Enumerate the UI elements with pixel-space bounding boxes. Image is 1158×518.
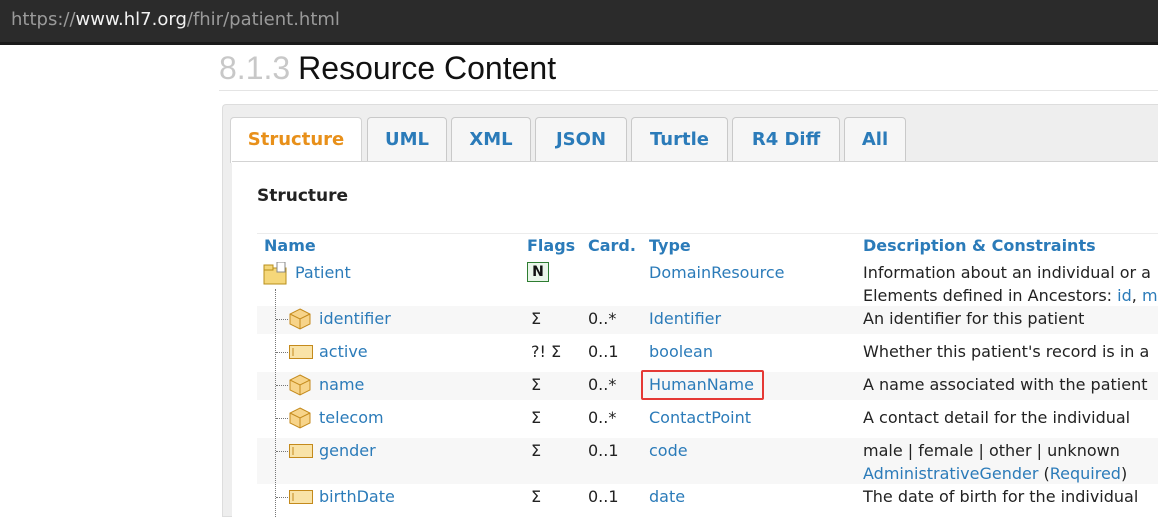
tab-r4-diff[interactable]: R4 Diff — [732, 117, 840, 162]
binding-close-paren: ) — [1120, 464, 1128, 483]
structure-heading: Structure — [257, 186, 349, 206]
section-number: 8.1.3 — [219, 50, 291, 86]
tree-connector — [276, 497, 288, 498]
tab-json[interactable]: JSON — [535, 117, 627, 162]
cardinality-cell: 0..1 — [588, 487, 619, 506]
description-text: A name associated with the patient — [863, 375, 1148, 394]
cardinality-cell: 0..* — [588, 408, 617, 427]
element-name-name[interactable]: name — [319, 375, 364, 394]
tab-turtle[interactable]: Turtle — [631, 117, 728, 162]
column-header-type[interactable]: Type — [649, 236, 691, 255]
folder-icon — [263, 262, 287, 285]
description-text: male | female | other | unknown — [863, 441, 1120, 460]
primitive-icon — [289, 345, 313, 359]
element-name-active[interactable]: active — [319, 342, 368, 361]
ancestor-id-link[interactable]: id — [1117, 286, 1132, 305]
cube-icon — [289, 407, 311, 429]
element-name-gender[interactable]: gender — [319, 441, 376, 460]
cardinality-cell: 0..1 — [588, 441, 619, 460]
heading-divider — [219, 90, 1158, 91]
binding-text: AdministrativeGender (Required) — [863, 464, 1127, 483]
highlight-box — [641, 370, 764, 400]
binding-open-paren: ( — [1038, 464, 1050, 483]
cube-icon — [289, 308, 311, 330]
tab-structure[interactable]: Structure — [230, 117, 362, 163]
column-header-card[interactable]: Card. — [588, 236, 636, 255]
type-link[interactable]: date — [649, 487, 685, 506]
type-link[interactable]: boolean — [649, 342, 713, 361]
description-text: Information about an individual or a — [863, 263, 1151, 282]
tab-all[interactable]: All — [844, 117, 906, 162]
ancestor-separator: , — [1131, 286, 1142, 305]
section-title: Resource Content — [298, 50, 557, 86]
url-bar[interactable]: https://www.hl7.org/fhir/patient.html — [0, 0, 1158, 45]
tree-connector-vertical — [275, 289, 276, 517]
flags-cell: Σ — [531, 441, 542, 460]
table-header-divider — [257, 233, 1158, 234]
cardinality-cell: 0..* — [588, 375, 617, 394]
ancestors-label: Elements defined in Ancestors: — [863, 286, 1118, 305]
tree-connector — [276, 319, 288, 320]
primitive-icon — [289, 444, 313, 458]
tab-xml[interactable]: XML — [451, 117, 531, 162]
flags-cell: Σ — [531, 309, 542, 328]
cube-icon — [289, 374, 311, 396]
column-header-name[interactable]: Name — [264, 236, 316, 255]
cardinality-cell: 0..* — [588, 309, 617, 328]
tree-connector — [276, 385, 288, 386]
tree-connector — [276, 418, 288, 419]
type-link[interactable]: ContactPoint — [649, 408, 751, 427]
ancestors-text: Elements defined in Ancestors: id, m — [863, 286, 1158, 305]
binding-strength-link[interactable]: Required — [1050, 464, 1121, 483]
ancestor-meta-link[interactable]: m — [1142, 286, 1158, 305]
url-scheme: https:// — [11, 9, 76, 30]
element-name-identifier[interactable]: identifier — [319, 309, 391, 328]
flags-cell: ?! Σ — [531, 342, 562, 361]
primitive-icon — [289, 490, 313, 504]
description-text: The date of birth for the individual — [863, 487, 1139, 506]
element-name-birthdate[interactable]: birthDate — [319, 487, 395, 506]
column-header-description[interactable]: Description & Constraints — [863, 236, 1096, 255]
tree-connector — [276, 451, 288, 452]
element-name-telecom[interactable]: telecom — [319, 408, 384, 427]
description-text: An identifier for this patient — [863, 309, 1085, 328]
flag-n-badge[interactable]: N — [527, 262, 549, 282]
flags-cell: Σ — [531, 487, 542, 506]
url-path: /fhir/patient.html — [186, 9, 340, 30]
flags-cell: Σ — [531, 375, 542, 394]
tree-connector — [276, 352, 288, 353]
column-header-flags[interactable]: Flags — [527, 236, 575, 255]
page-title: 8.1.3 Resource Content — [219, 50, 556, 87]
valueset-link[interactable]: AdministrativeGender — [863, 464, 1038, 483]
type-link[interactable]: DomainResource — [649, 263, 784, 282]
element-name-patient[interactable]: Patient — [295, 263, 351, 282]
flags-cell: Σ — [531, 408, 542, 427]
description-text: Whether this patient's record is in a — [863, 342, 1150, 361]
cardinality-cell: 0..1 — [588, 342, 619, 361]
type-link[interactable]: Identifier — [649, 309, 721, 328]
url-host: www.hl7.org — [75, 9, 187, 30]
tab-uml[interactable]: UML — [367, 117, 447, 162]
description-text: A contact detail for the individual — [863, 408, 1131, 427]
type-link[interactable]: code — [649, 441, 688, 460]
